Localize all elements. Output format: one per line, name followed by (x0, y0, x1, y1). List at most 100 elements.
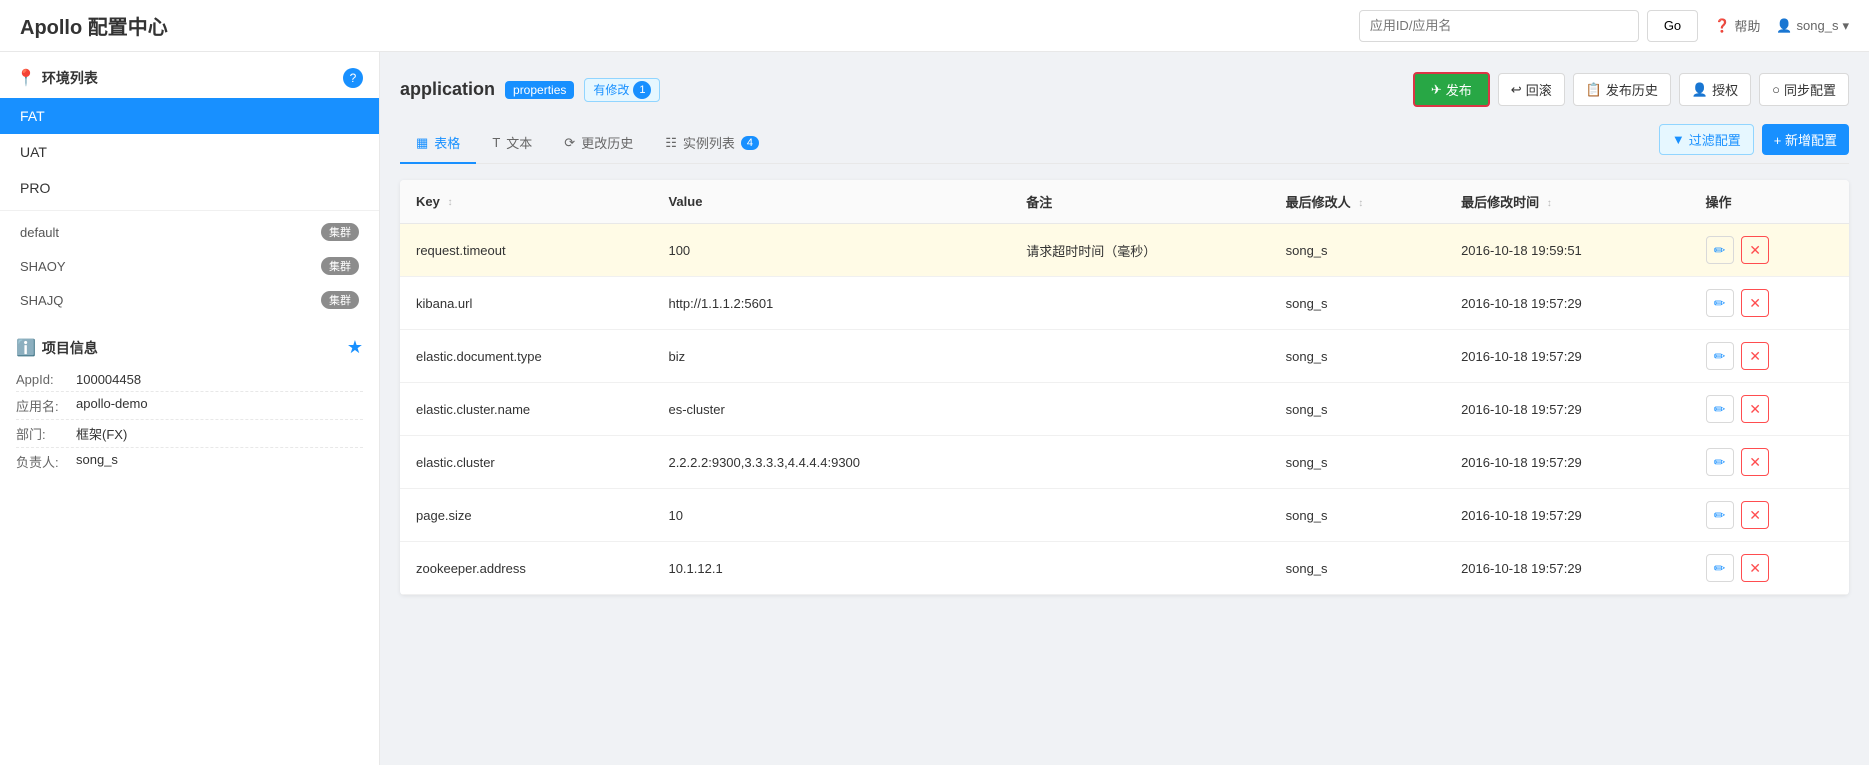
history-button[interactable]: 📋 发布历史 (1573, 73, 1671, 106)
favorite-star-icon[interactable]: ★ (347, 337, 363, 358)
env-item-uat[interactable]: UAT (0, 134, 379, 170)
delete-button[interactable]: ✕ (1741, 236, 1769, 264)
cell-value: 100 (652, 224, 1010, 277)
edit-button[interactable]: ✏ (1706, 554, 1734, 582)
sort-time-icon[interactable]: ↕ (1547, 198, 1552, 209)
tab-change-history[interactable]: ⟳ 更改历史 (548, 123, 649, 164)
text-tab-icon: T (492, 135, 500, 150)
cell-last-modifier: song_s (1270, 330, 1445, 383)
header-search: Go (1359, 10, 1698, 42)
sync-button[interactable]: ○ 同步配置 (1759, 73, 1849, 106)
tab-instances[interactable]: ☷ 实例列表 4 (649, 123, 775, 164)
env-help-icon[interactable]: ? (343, 68, 363, 88)
cell-key: request.timeout (400, 224, 652, 277)
cluster-badge: 集群 (321, 257, 359, 275)
delete-button[interactable]: ✕ (1741, 554, 1769, 582)
edit-button[interactable]: ✏ (1706, 448, 1734, 476)
cell-comment (1010, 277, 1269, 330)
env-item-fat[interactable]: FAT (0, 98, 379, 134)
tabs: ▦ 表格 T 文本 ⟳ 更改历史 ☷ 实例列表 4 (400, 123, 1849, 164)
cell-last-time: 2016-10-18 19:57:29 (1445, 489, 1689, 542)
info-icon: ℹ️ (16, 338, 36, 358)
edit-button[interactable]: ✏ (1706, 395, 1734, 423)
edit-button[interactable]: ✏ (1706, 501, 1734, 529)
cell-key: elastic.cluster.name (400, 383, 652, 436)
env-sub-list: default 集群 SHAOY 集群 SHAJQ 集群 (0, 215, 379, 317)
auth-icon: 👤 (1692, 82, 1708, 98)
sort-modifier-icon[interactable]: ↕ (1358, 198, 1363, 209)
chevron-down-icon: ▾ (1842, 18, 1849, 34)
edit-button[interactable]: ✏ (1706, 289, 1734, 317)
env-sub-item-default[interactable]: default 集群 (20, 215, 379, 249)
tab-table[interactable]: ▦ 表格 (400, 123, 476, 164)
tab-text[interactable]: T 文本 (476, 123, 548, 164)
publish-button[interactable]: ✈ 发布 (1413, 72, 1490, 107)
env-section: 📍 环境列表 ? FAT UAT PRO default 集群 SHAOY 集群 (0, 68, 379, 317)
project-section-title: ℹ️ 项目信息 (16, 338, 98, 358)
table-row: elastic.document.type biz song_s 2016-10… (400, 330, 1849, 383)
cell-value: 2.2.2.2:9300,3.3.3.3,4.4.4.4:9300 (652, 436, 1010, 489)
cluster-badge: 集群 (321, 291, 359, 309)
header-right: Go ❓ 帮助 👤 song_s ▾ (1359, 10, 1849, 42)
cell-key: zookeeper.address (400, 542, 652, 595)
search-input[interactable] (1359, 10, 1639, 42)
location-icon: 📍 (16, 68, 36, 88)
cell-comment (1010, 489, 1269, 542)
sort-key-icon[interactable]: ↕ (447, 197, 452, 208)
delete-button[interactable]: ✕ (1741, 448, 1769, 476)
table-row: kibana.url http://1.1.1.2:5601 song_s 20… (400, 277, 1849, 330)
cell-last-modifier: song_s (1270, 489, 1445, 542)
env-sub-item-shaoy[interactable]: SHAOY 集群 (20, 249, 379, 283)
cell-last-modifier: song_s (1270, 383, 1445, 436)
env-item-pro[interactable]: PRO (0, 170, 379, 206)
cell-comment (1010, 383, 1269, 436)
rollback-button[interactable]: ↩ 回滚 (1498, 73, 1565, 106)
delete-button[interactable]: ✕ (1741, 289, 1769, 317)
sync-icon: ○ (1772, 82, 1780, 97)
col-last-modifier: 最后修改人 ↕ (1270, 180, 1445, 224)
project-info-appid: AppId: 100004458 (16, 368, 363, 392)
filter-button[interactable]: ▼ 过滤配置 (1659, 124, 1754, 155)
search-button[interactable]: Go (1647, 10, 1698, 42)
help-link[interactable]: ❓ 帮助 (1714, 16, 1760, 35)
project-info-owner: 负责人: song_s (16, 448, 363, 475)
cell-key: elastic.document.type (400, 330, 652, 383)
auth-button[interactable]: 👤 授权 (1679, 73, 1751, 106)
instances-tab-icon: ☷ (665, 135, 677, 151)
edit-button[interactable]: ✏ (1706, 342, 1734, 370)
table-row: page.size 10 song_s 2016-10-18 19:57:29 … (400, 489, 1849, 542)
delete-button[interactable]: ✕ (1741, 395, 1769, 423)
owner-value: song_s (76, 452, 118, 471)
env-sub-label: SHAOY (20, 259, 66, 274)
user-menu[interactable]: 👤 song_s ▾ (1776, 18, 1849, 34)
cell-ops: ✏ ✕ (1690, 489, 1850, 542)
col-last-time: 最后修改时间 ↕ (1445, 180, 1689, 224)
add-config-button[interactable]: + 新增配置 (1762, 124, 1849, 155)
project-info-appname: 应用名: apollo-demo (16, 392, 363, 420)
table-row: request.timeout 100 请求超时时间（毫秒） song_s 20… (400, 224, 1849, 277)
dept-label: 部门: (16, 424, 76, 443)
modified-count: 1 (633, 81, 651, 99)
env-list: FAT UAT PRO (0, 98, 379, 206)
header: Apollo 配置中心 Go ❓ 帮助 👤 song_s ▾ (0, 0, 1869, 52)
cell-ops: ✏ ✕ (1690, 224, 1850, 277)
question-icon: ❓ (1714, 18, 1730, 34)
edit-button[interactable]: ✏ (1706, 236, 1734, 264)
env-section-title: 📍 环境列表 (16, 68, 98, 88)
content-header: application properties 有修改 1 ✈ 发布 ↩ 回滚 📋 (400, 72, 1849, 107)
appname-value: apollo-demo (76, 396, 148, 415)
project-info: AppId: 100004458 应用名: apollo-demo 部门: 框架… (0, 368, 379, 475)
tab-actions: ▼ 过滤配置 + 新增配置 (1659, 124, 1849, 163)
cell-last-time: 2016-10-18 19:57:29 (1445, 436, 1689, 489)
env-sub-item-shajq[interactable]: SHAJQ 集群 (20, 283, 379, 317)
app-name-title: application (400, 79, 495, 100)
delete-button[interactable]: ✕ (1741, 342, 1769, 370)
content-title-area: application properties 有修改 1 (400, 78, 660, 102)
col-ops: 操作 (1690, 180, 1850, 224)
properties-badge: properties (505, 81, 574, 99)
table-header-row: Key ↕ Value 备注 最后修改人 ↕ 最后修改时间 ↕ 操作 (400, 180, 1849, 224)
owner-label: 负责人: (16, 452, 76, 471)
cell-value: http://1.1.1.2:5601 (652, 277, 1010, 330)
delete-button[interactable]: ✕ (1741, 501, 1769, 529)
project-section-header: ℹ️ 项目信息 ★ (0, 337, 379, 368)
